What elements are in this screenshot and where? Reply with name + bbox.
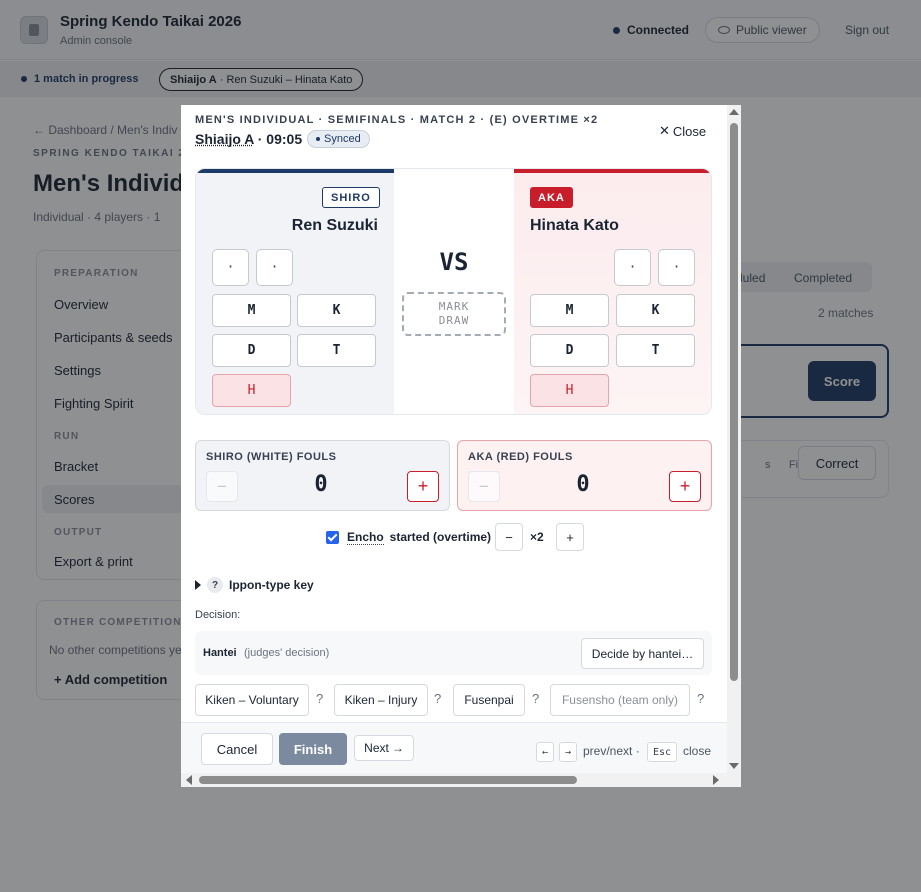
match-title: Shiaijo A · 09:05 (195, 131, 302, 147)
vertical-scrollbar[interactable] (727, 105, 741, 773)
shiro-kote-button[interactable]: K (297, 294, 376, 327)
aka-foul-increment-button[interactable]: + (669, 471, 701, 502)
kiken-voluntary-button[interactable]: Kiken – Voluntary (195, 684, 309, 716)
esc-key-hint: Esc (647, 742, 677, 762)
fusenpai-help-icon[interactable]: ? (532, 691, 539, 706)
ippon-key-toggle[interactable]: ? Ippon-type key (195, 577, 314, 593)
aka-do-button[interactable]: D (530, 334, 609, 367)
next-key-hint: → (559, 742, 577, 762)
aka-men-button[interactable]: M (530, 294, 609, 327)
shiro-hansoku-button[interactable]: H (212, 374, 291, 407)
aka-player-name: Hinata Kato (530, 217, 619, 234)
hantei-name: Hantei (203, 647, 237, 659)
prev-key-hint: ← (536, 742, 554, 762)
mark-draw-line-2: DRAW (438, 314, 470, 327)
mark-draw-line-1: MARK (438, 300, 470, 313)
aka-fouls-label: AKA (RED) FOULS (468, 451, 573, 463)
shiro-point-slot-1[interactable]: · (212, 249, 249, 286)
disclosure-triangle-icon (195, 580, 201, 590)
shiro-player-name: Ren Suzuki (291, 217, 378, 234)
shiro-fouls-panel: SHIRO (WHITE) FOULS − 0 + (195, 440, 450, 511)
cancel-button[interactable]: Cancel (201, 733, 273, 765)
horizontal-scrollbar[interactable] (181, 773, 741, 787)
aka-hansoku-button[interactable]: H (530, 374, 609, 407)
shiro-foul-decrement-button[interactable]: − (206, 471, 238, 502)
scroll-left-arrow-icon[interactable] (186, 775, 192, 785)
aka-kote-button[interactable]: K (616, 294, 695, 327)
hantei-description: (judges' decision) (244, 647, 330, 659)
modal-footer: Cancel Finish Next → ← → prev/next · Esc… (181, 722, 727, 773)
shiro-foul-count: 0 (314, 472, 328, 497)
ippon-key-label: Ippon-type key (229, 578, 314, 592)
next-button[interactable]: Next → (354, 735, 414, 761)
next-label: Next (364, 741, 389, 755)
shiro-foul-increment-button[interactable]: + (407, 471, 439, 502)
shiro-men-button[interactable]: M (212, 294, 291, 327)
aka-foul-count: 0 (576, 472, 590, 497)
hantei-row: Hantei (judges' decision) Decide by hant… (195, 631, 712, 675)
aka-foul-decrement-button[interactable]: − (468, 471, 500, 502)
encho-decrement-button[interactable]: − (495, 523, 523, 551)
encho-increment-button[interactable]: + (556, 523, 584, 551)
aka-badge: AKA (530, 187, 573, 208)
scroll-up-arrow-icon[interactable] (729, 109, 739, 115)
synced-dot-icon (316, 137, 320, 141)
aka-panel: AKA Hinata Kato · · M K D T H (514, 169, 711, 414)
horizontal-scroll-thumb[interactable] (199, 776, 577, 784)
kiken-voluntary-help-icon[interactable]: ? (316, 691, 323, 706)
shiro-badge: SHIRO (322, 187, 380, 208)
encho-term: Encho (347, 529, 384, 545)
encho-count: ×2 (530, 530, 544, 544)
help-icon: ? (207, 577, 223, 593)
scoring-arena: SHIRO Ren Suzuki · · M K D T H VS MARK D… (195, 168, 712, 415)
court-name: Shiaijo A (195, 131, 254, 147)
fusensho-help-icon[interactable]: ? (697, 691, 704, 706)
match-eyebrow: MEN'S INDIVIDUAL · SEMIFINALS · MATCH 2 … (195, 114, 599, 126)
scroll-down-arrow-icon[interactable] (729, 763, 739, 769)
shiro-fouls-label: SHIRO (WHITE) FOULS (206, 451, 337, 463)
decide-by-hantei-button[interactable]: Decide by hantei… (581, 638, 704, 669)
vertical-scroll-thumb[interactable] (730, 123, 738, 681)
match-time: · 09:05 (253, 131, 303, 147)
shiro-tsuki-button[interactable]: T (297, 334, 376, 367)
fusensho-button[interactable]: Fusensho (team only) (550, 684, 690, 716)
synced-label: Synced (324, 133, 361, 145)
encho-checkbox[interactable] (326, 530, 339, 544)
score-modal: MEN'S INDIVIDUAL · SEMIFINALS · MATCH 2 … (181, 105, 741, 787)
fusenpai-button[interactable]: Fusenpai (453, 684, 525, 716)
scroll-right-arrow-icon[interactable] (713, 775, 719, 785)
aka-point-slot-2[interactable]: · (658, 249, 695, 286)
encho-row: Encho started (overtime) (326, 522, 491, 552)
vs-label: VS (439, 248, 469, 276)
synced-badge: Synced (307, 130, 370, 148)
decision-label: Decision: (195, 609, 241, 621)
modal-scroll-area: MEN'S INDIVIDUAL · SEMIFINALS · MATCH 2 … (181, 105, 727, 773)
shiro-panel: SHIRO Ren Suzuki · · M K D T H (196, 169, 394, 414)
mark-draw-button[interactable]: MARK DRAW (402, 292, 506, 336)
kiken-injury-help-icon[interactable]: ? (434, 691, 441, 706)
shiro-do-button[interactable]: D (212, 334, 291, 367)
shiro-point-slot-2[interactable]: · (256, 249, 293, 286)
encho-label: started (overtime) (389, 530, 492, 544)
aka-point-slot-1[interactable]: · (614, 249, 651, 286)
close-button[interactable]: ✕ Close (659, 123, 706, 139)
close-label: Close (672, 123, 707, 139)
close-hint: close (683, 744, 712, 758)
finish-button[interactable]: Finish (279, 733, 347, 765)
aka-tsuki-button[interactable]: T (616, 334, 695, 367)
prev-next-hint: prev/next · (583, 744, 640, 758)
kiken-injury-button[interactable]: Kiken – Injury (334, 684, 428, 716)
close-icon: ✕ (659, 123, 670, 138)
aka-fouls-panel: AKA (RED) FOULS − 0 + (457, 440, 712, 511)
arrow-right-icon: → (391, 741, 404, 755)
